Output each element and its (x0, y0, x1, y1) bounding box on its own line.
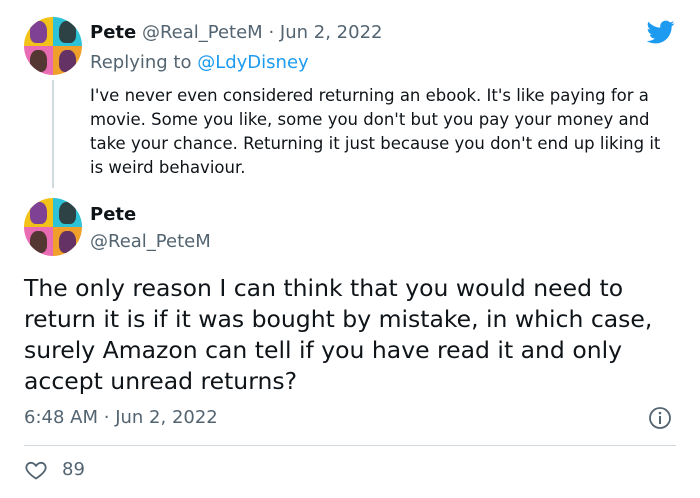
replying-to-label: Replying to (90, 52, 198, 73)
like-count[interactable]: 89 (62, 459, 85, 480)
main-tweet-date[interactable]: Jun 2, 2022 (115, 407, 218, 428)
reply-tweet-header: Pete @Real_PeteM · Jun 2, 2022 (90, 22, 382, 43)
main-author-avatar[interactable] (24, 198, 82, 256)
twitter-bird-icon[interactable] (644, 18, 678, 46)
heart-icon[interactable] (24, 458, 48, 482)
main-tweet-time[interactable]: 6:48 AM (24, 407, 98, 428)
replying-to-handle[interactable]: @LdyDisney (197, 52, 308, 73)
main-author-handle[interactable]: @Real_PeteM (90, 231, 211, 252)
thread-connector-line (52, 80, 54, 188)
reply-author-name[interactable]: Pete (90, 22, 136, 43)
tweet-divider (24, 445, 676, 446)
main-tweet-timestamp[interactable]: 6:48 AM · Jun 2, 2022 (24, 407, 218, 428)
reply-author-handle[interactable]: @Real_PeteM (142, 22, 263, 43)
main-author-name[interactable]: Pete (90, 204, 136, 225)
info-icon[interactable] (648, 406, 672, 430)
main-tweet-body: The only reason I can think that you wou… (24, 274, 653, 395)
header-separator: · (268, 22, 275, 43)
reply-tweet-body: I've never even considered returning an … (90, 86, 661, 177)
reply-tweet-date[interactable]: Jun 2, 2022 (280, 22, 383, 43)
replying-to-line: Replying to @LdyDisney (90, 52, 309, 73)
reply-author-avatar[interactable] (24, 17, 82, 75)
timestamp-separator: · (103, 407, 110, 428)
